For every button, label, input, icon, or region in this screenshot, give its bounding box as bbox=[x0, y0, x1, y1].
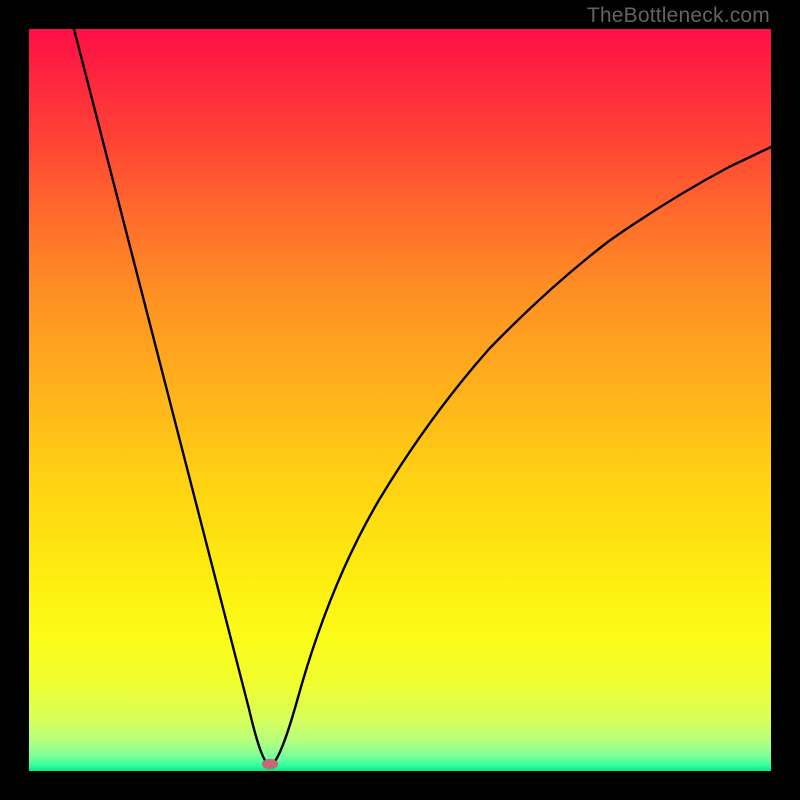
watermark-text: TheBottleneck.com bbox=[587, 4, 770, 28]
optimum-marker bbox=[262, 759, 278, 769]
chart-container: TheBottleneck.com bbox=[0, 0, 800, 800]
plot-area bbox=[29, 29, 771, 771]
bottleneck-curve-path bbox=[74, 29, 771, 765]
curve-svg bbox=[29, 29, 771, 771]
